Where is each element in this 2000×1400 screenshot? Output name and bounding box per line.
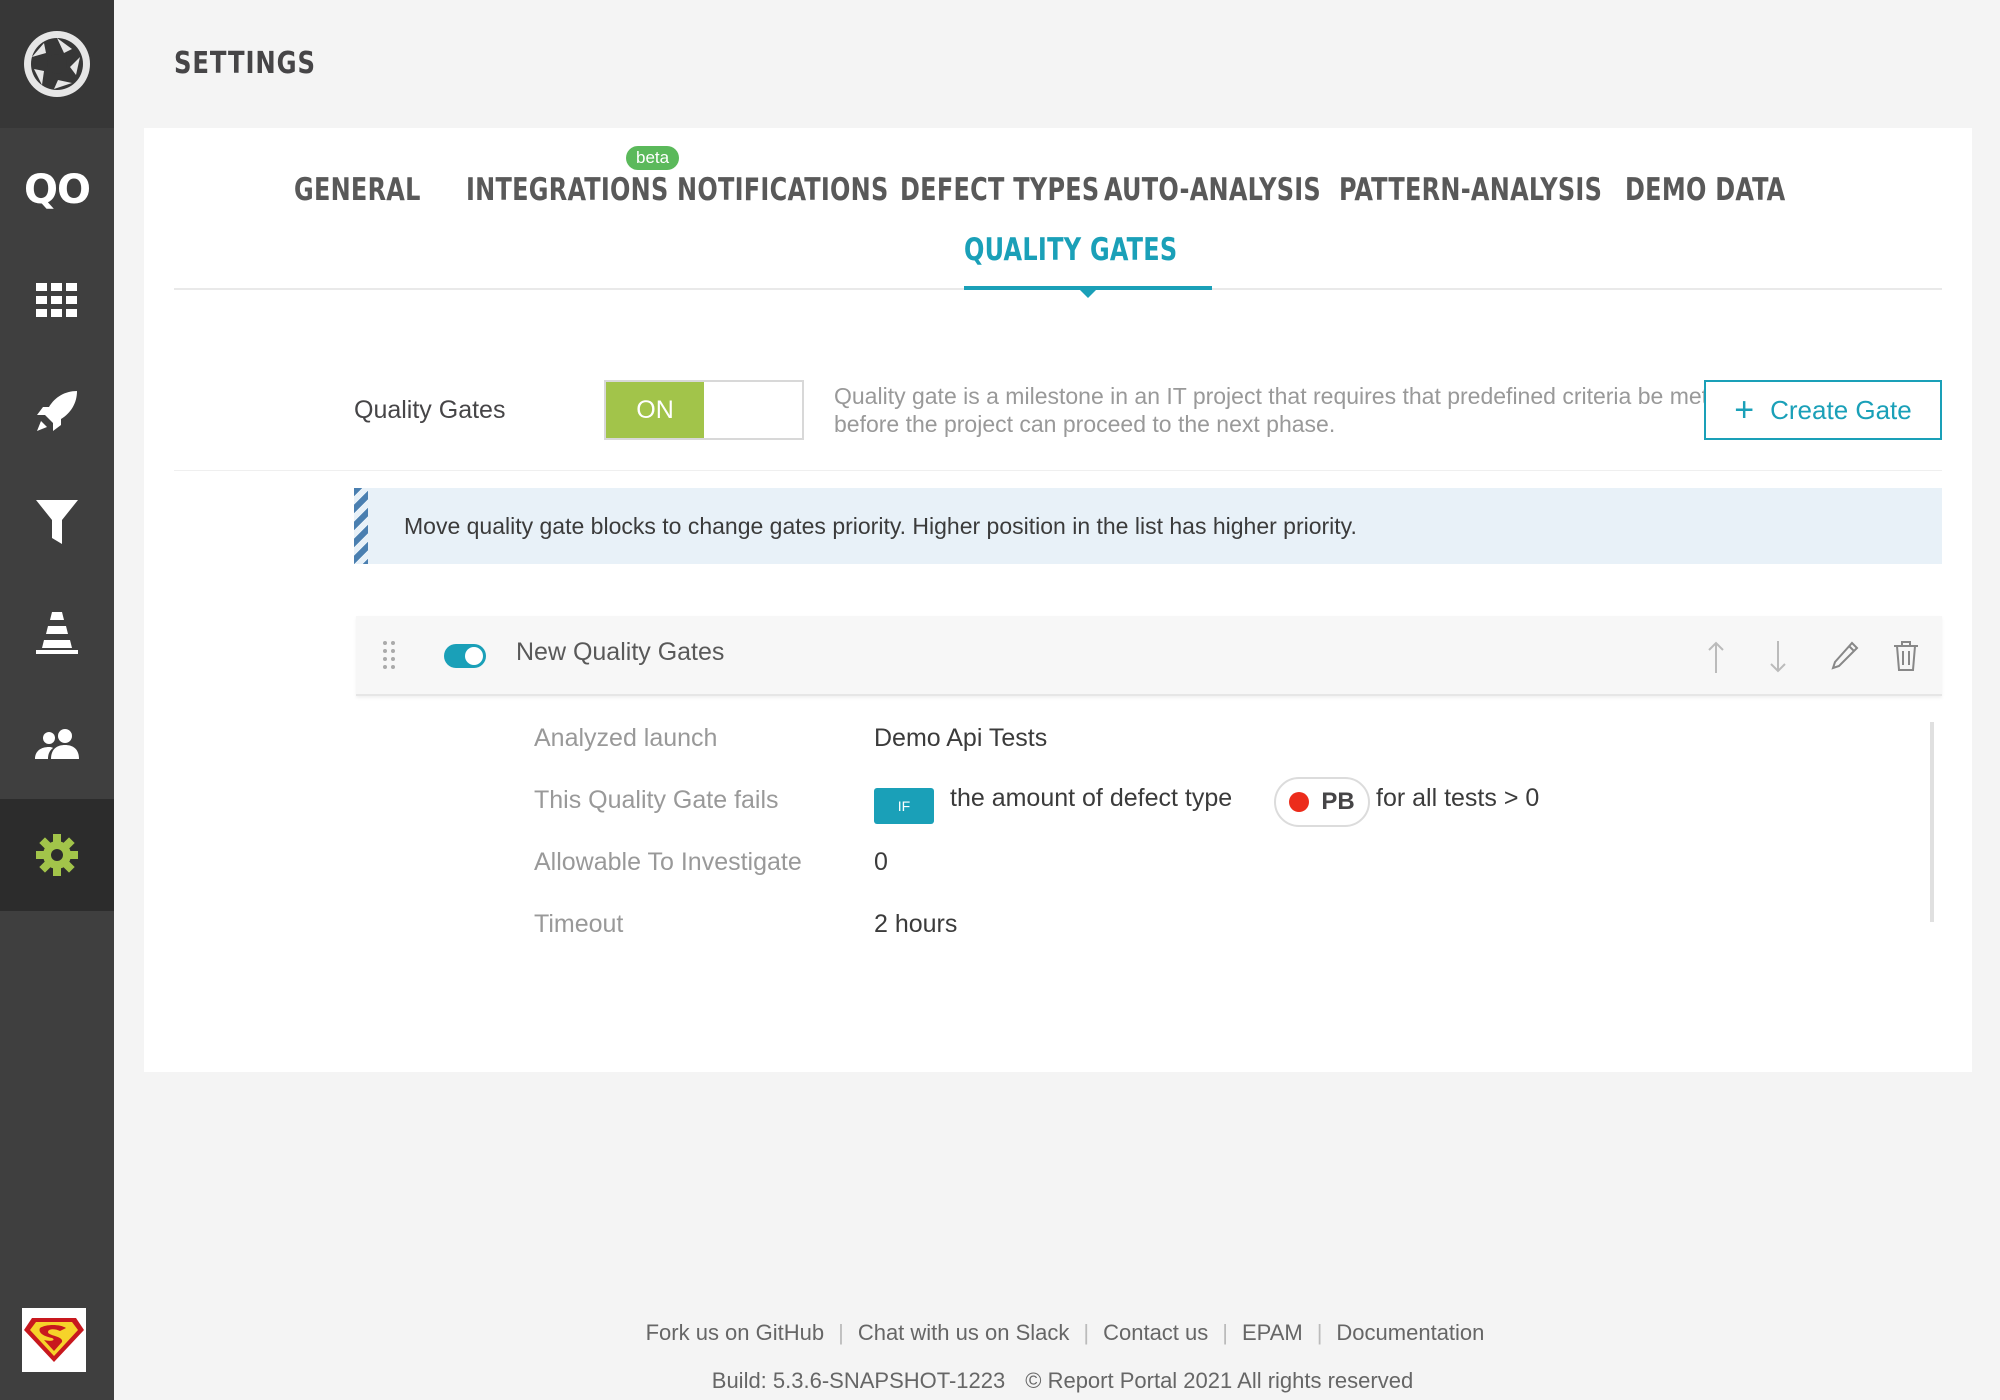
tab-integrations[interactable]: INTEGRATIONS	[466, 172, 669, 208]
sidebar-item-settings[interactable]	[0, 799, 114, 911]
gate-name: New Quality Gates	[516, 638, 725, 666]
quality-gates-toggle[interactable]: ON	[604, 380, 804, 440]
project-abbr: QO	[23, 167, 91, 213]
footer-link-github[interactable]: Fork us on GitHub	[646, 1320, 825, 1345]
analyzed-launch-value: Demo Api Tests	[874, 724, 1048, 752]
gate-enabled-toggle[interactable]	[444, 644, 486, 668]
defect-type-pill: PB	[1274, 777, 1370, 827]
move-down-icon[interactable]	[1768, 640, 1788, 674]
divider	[174, 470, 1942, 471]
move-up-icon[interactable]	[1706, 640, 1726, 674]
sidebar-item-debug[interactable]	[0, 577, 114, 689]
footer-link-epam[interactable]: EPAM	[1242, 1320, 1303, 1345]
condition-prefix: the amount of defect type	[950, 784, 1233, 812]
project-selector[interactable]: QO	[0, 134, 114, 246]
timeout-label: Timeout	[534, 910, 624, 938]
condition-suffix: for all tests > 0	[1376, 784, 1540, 812]
footer-links: Fork us on GitHub | Chat with us on Slack |…	[645, 1320, 1485, 1345]
create-gate-label: Create Gate	[1770, 394, 1912, 425]
footer-link-documentation[interactable]: Documentation	[1336, 1320, 1484, 1345]
fails-label: This Quality Gate fails	[534, 786, 779, 814]
priority-info-bar: Move quality gate blocks to change gates…	[354, 488, 1942, 564]
if-badge: IF	[874, 788, 934, 824]
plus-icon: +	[1734, 391, 1755, 429]
analyzed-launch-label: Analyzed launch	[534, 724, 718, 752]
drag-handle-icon[interactable]	[382, 640, 396, 670]
settings-gear-icon	[36, 834, 78, 876]
details-scrollbar[interactable]	[1930, 722, 1934, 922]
members-people-icon	[35, 729, 79, 759]
beta-badge: beta	[626, 146, 680, 170]
allowable-label: Allowable To Investigate	[534, 848, 802, 876]
create-gate-button[interactable]: + Create Gate	[1704, 380, 1942, 440]
sidebar: QO	[0, 0, 114, 1400]
edit-pencil-icon[interactable]	[1830, 640, 1860, 672]
tab-notifications[interactable]: NOTIFICATIONS	[677, 172, 889, 208]
quality-gate-header: New Quality Gates	[356, 616, 1942, 696]
sidebar-item-dashboards[interactable]	[0, 244, 114, 356]
quality-gates-label: Quality Gates	[354, 396, 506, 424]
tab-auto-analysis[interactable]: AUTO-ANALYSIS	[1104, 172, 1321, 208]
tab-pattern-analysis[interactable]: PATTERN-ANALYSIS	[1339, 172, 1602, 208]
copyright: © Report Portal 2021 All rights reserved	[1025, 1368, 1414, 1393]
tab-demo-data[interactable]: DEMO DATA	[1625, 172, 1786, 208]
sidebar-item-filters[interactable]	[0, 466, 114, 578]
report-portal-logo-icon[interactable]	[0, 0, 114, 128]
tab-defect-types[interactable]: DEFECT TYPES	[900, 172, 1099, 208]
quality-gates-description: Quality gate is a milestone in an IT pro…	[834, 383, 1709, 437]
page-title: SETTINGS	[174, 46, 316, 81]
footer-link-slack[interactable]: Chat with us on Slack	[858, 1320, 1070, 1345]
footer-build-info: Build: 5.3.6-SNAPSHOT-1223 © Report Porta…	[0, 1368, 2000, 1394]
sidebar-item-launches[interactable]	[0, 355, 114, 467]
tab-general[interactable]: GENERAL	[294, 172, 421, 208]
debug-cone-icon	[36, 612, 78, 654]
dashboard-grid-icon	[36, 283, 77, 317]
toggle-on-state: ON	[606, 382, 704, 438]
timeout-value: 2 hours	[874, 910, 958, 938]
delete-trash-icon[interactable]	[1892, 640, 1920, 672]
sidebar-item-members[interactable]	[0, 688, 114, 800]
allowable-value: 0	[874, 848, 888, 876]
info-text: Move quality gate blocks to change gates…	[404, 512, 1357, 539]
launches-rocket-icon	[37, 391, 77, 431]
settings-tabs: GENERAL INTEGRATIONS beta NOTIFICATIONS …	[174, 128, 1942, 298]
footer-link-contact[interactable]: Contact us	[1103, 1320, 1208, 1345]
filters-funnel-icon	[36, 500, 78, 544]
tab-quality-gates[interactable]: QUALITY GATES	[964, 232, 1177, 268]
active-tab-caret	[1080, 290, 1096, 298]
build-version: Build: 5.3.6-SNAPSHOT-1223	[711, 1368, 1006, 1393]
settings-panel: GENERAL INTEGRATIONS beta NOTIFICATIONS …	[144, 128, 1972, 1072]
info-stripe	[354, 488, 368, 564]
defect-type-label: PB	[1321, 788, 1355, 815]
defect-color-dot	[1289, 792, 1310, 812]
